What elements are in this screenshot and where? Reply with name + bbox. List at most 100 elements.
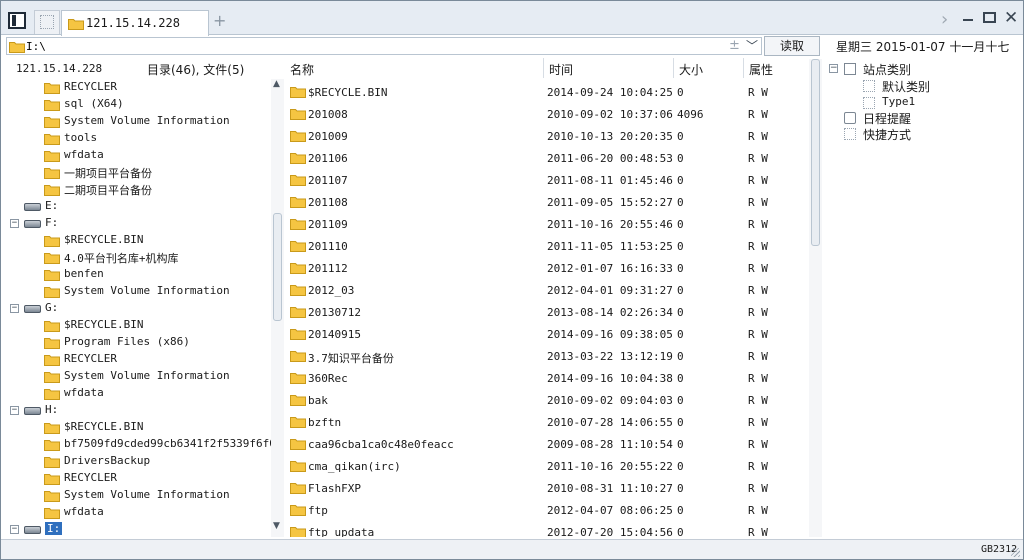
file-size: 0 [677,526,684,537]
file-row[interactable]: FlashFXP 2010-08-31 11:10:27 0 R W [286,477,808,499]
tree-item-label: bf7509fd9cded99cb6341f2f5339f6f0 [64,437,271,450]
file-row[interactable]: ftp_updata 2012-07-20 15:04:56 0 R W [286,521,808,537]
file-attr: R W [748,218,768,231]
tree-scrollbar[interactable]: ▲ ▼ [271,79,284,537]
file-row[interactable]: 20130712 2013-08-14 02:26:34 0 R W [286,301,808,323]
file-attr: R W [748,328,768,341]
file-row[interactable]: 2012_03 2012-04-01 09:31:27 0 R W [286,279,808,301]
folder-icon [290,109,306,120]
file-size: 0 [677,174,684,187]
tree-item-label: System Volume Information [64,369,230,382]
file-list-scrollbar[interactable] [809,59,822,537]
tree-item-label: 一期项目平台备份 [64,167,152,180]
file-attr: R W [748,130,768,143]
file-row[interactable]: 201112 2012-01-07 16:16:33 0 R W [286,257,808,279]
tree-item-label: 二期项目平台备份 [64,184,152,197]
file-row[interactable]: 3.7知识平台备份 2013-03-22 13:12:19 0 R W [286,345,808,367]
folder-icon [44,440,60,451]
folder-icon [44,491,60,502]
collapse-icon[interactable]: − [10,406,19,415]
scroll-up-icon[interactable]: ▲ [273,79,280,89]
file-list: $RECYCLE.BIN 2014-09-24 10:04:25 0 R W 20100… [286,81,808,537]
file-row[interactable]: 201109 2011-10-16 20:55:46 0 R W [286,213,808,235]
file-size: 0 [677,130,684,143]
collapse-icon[interactable]: − [829,64,838,73]
file-name: ftp_updata [308,526,375,537]
file-time: 2011-11-05 11:53:25 [547,240,673,253]
tree-item-label: $RECYCLE.BIN [64,318,144,331]
file-time: 2009-08-28 11:10:54 [547,438,673,451]
category-icon [863,80,875,92]
drive-icon [24,407,41,415]
minimize-button[interactable] [963,19,973,21]
file-row[interactable]: 201110 2011-11-05 11:53:25 0 R W [286,235,808,257]
tab-active[interactable]: 121.15.14.228 [61,10,209,36]
tree-item-label: RECYCLER [64,471,117,484]
column-divider[interactable] [543,58,544,78]
folder-icon [290,527,306,537]
close-button[interactable]: ✕ [1004,8,1018,28]
file-row[interactable]: 201107 2011-08-11 01:45:46 0 R W [286,169,808,191]
collapse-icon[interactable]: − [10,525,19,534]
column-divider[interactable] [743,58,744,78]
folder-icon [44,321,60,332]
file-row[interactable]: 201106 2011-06-20 00:48:53 0 R W [286,147,808,169]
shortcut-icon [844,128,856,140]
file-row[interactable]: 360Rec 2014-09-16 10:04:38 0 R W [286,367,808,389]
file-row[interactable]: $RECYCLE.BIN 2014-09-24 10:04:25 0 R W [286,81,808,103]
file-row[interactable]: cma_qikan(irc) 2011-10-16 20:55:22 0 R W [286,455,808,477]
new-tab-button[interactable]: + [213,11,226,30]
file-name: ftp [308,504,328,517]
scroll-down-icon[interactable]: ▼ [273,521,280,531]
folder-icon [44,185,60,196]
tree-item-label: DriversBackup [64,454,151,467]
drive-label: H: [45,403,59,416]
column-header-time[interactable]: 时间 [549,61,573,78]
drive-label: F: [45,216,59,229]
file-row[interactable]: caa96cba1ca0c48e0feacc 2009-08-28 11:10:5… [286,433,808,455]
file-attr: R W [748,86,768,99]
file-name: 201110 [308,240,348,253]
file-row[interactable]: 201008 2010-09-02 10:37:06 4096 R W [286,103,808,125]
panel-toggle-icon[interactable] [8,12,26,29]
read-button[interactable]: 读取 [764,36,820,56]
tree-item-label: benfen [64,267,104,280]
folder-icon [44,236,60,247]
column-header-size[interactable]: 大小 [679,61,703,78]
scroll-thumb[interactable] [811,59,820,246]
chevron-down-icon[interactable]: ﹀ [746,37,758,54]
site-category-label: 站点类别 [863,63,912,77]
collapse-icon[interactable]: − [10,304,19,313]
folder-icon [44,508,60,519]
file-row[interactable]: 20140915 2014-09-16 09:38:05 0 R W [286,323,808,345]
column-divider[interactable] [673,58,674,78]
file-time: 2010-08-31 11:10:27 [547,482,673,495]
file-attr: R W [748,460,768,473]
file-row[interactable]: ftp 2012-04-07 08:06:25 0 R W [286,499,808,521]
folder-icon [44,253,60,264]
file-attr: R W [748,262,768,275]
column-header-attr[interactable]: 属性 [749,61,773,78]
file-name: 201008 [308,108,348,121]
scroll-thumb[interactable] [273,213,282,321]
file-size: 0 [677,306,684,319]
file-row[interactable]: bak 2010-09-02 09:04:03 0 R W [286,389,808,411]
collapse-icon[interactable]: − [10,219,19,228]
schedule-label: 日程提醒 [863,112,912,126]
tab-placeholder[interactable] [34,10,60,34]
maximize-button[interactable] [983,12,996,23]
tab-label: 121.15.14.228 [86,16,180,30]
file-row[interactable]: 201108 2011-09-05 15:52:27 0 R W [286,191,808,213]
folder-icon [290,87,306,98]
file-name: 3.7知识平台备份 [308,352,394,365]
tab-scroll-right-icon[interactable]: › [941,9,948,30]
add-bookmark-icon[interactable]: ± [729,38,740,53]
path-input[interactable] [26,38,716,54]
file-attr: R W [748,152,768,165]
resize-grip-icon[interactable] [1011,548,1020,557]
folder-icon [44,474,60,485]
file-row[interactable]: bzftn 2010-07-28 14:06:55 0 R W [286,411,808,433]
drive-label: G: [45,301,59,314]
column-header-name[interactable]: 名称 [290,61,314,78]
file-row[interactable]: 201009 2010-10-13 20:20:35 0 R W [286,125,808,147]
